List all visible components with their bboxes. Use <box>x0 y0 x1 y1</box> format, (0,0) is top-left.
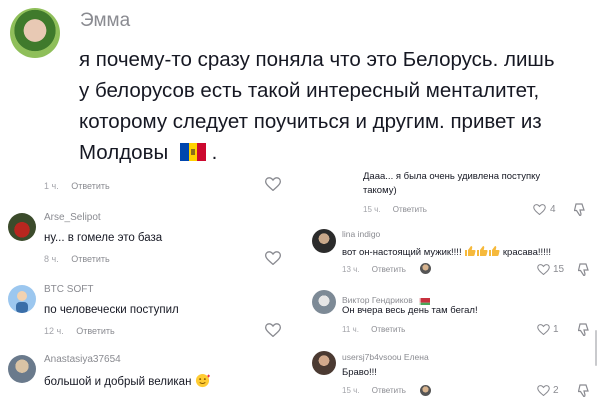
moldova-flag-icon <box>179 139 206 170</box>
avatar[interactable] <box>312 229 336 253</box>
comment-username[interactable]: Anastasiya37654 <box>44 354 121 365</box>
comment-meta: 1 ч. Ответить <box>44 181 110 191</box>
heart-icon[interactable] <box>533 204 546 215</box>
creator-avatar-icon <box>420 385 431 396</box>
comment-text: Он вчера весь день там бегал! <box>342 305 478 316</box>
comment-line: Молдовы . <box>79 137 555 170</box>
comment-text: вот он-настоящий мужик!!!! красава!!!!! <box>342 245 551 260</box>
thumbs-down-icon[interactable] <box>577 384 590 402</box>
reply-button[interactable]: Ответить <box>372 386 406 395</box>
creator-avatar-icon <box>420 263 431 274</box>
comment-time: 12 ч. <box>44 326 64 336</box>
reply-button[interactable]: Ответить <box>76 326 114 336</box>
avatar[interactable] <box>8 285 36 313</box>
comment-username[interactable]: Эмма <box>80 10 130 32</box>
comment-time: 1 ч. <box>44 181 59 191</box>
comment-text: Браво!!! <box>342 367 377 378</box>
comment-text: большой и добрый великан <box>44 373 210 391</box>
comment-meta: 15 ч. Ответить <box>342 386 406 395</box>
thumbs-down-icon[interactable] <box>577 323 590 341</box>
avatar[interactable] <box>8 355 36 383</box>
like-count: 1 <box>553 324 559 335</box>
comment-meta: 12 ч. Ответить <box>44 326 115 336</box>
heart-icon[interactable] <box>537 324 550 335</box>
comment-time: 15 ч. <box>342 386 360 395</box>
comment-line: Дааа... я была очень удивлена поступку <box>363 171 541 182</box>
comment-meta: 11 ч. Ответить <box>342 325 405 334</box>
comment-text: я почему-то сразу поняла что это Белорус… <box>79 44 555 170</box>
thumbs-down-icon[interactable] <box>577 263 590 281</box>
comment-time: 13 ч. <box>342 265 360 274</box>
heart-icon[interactable] <box>265 251 281 265</box>
comment-text: по человечески поступил <box>44 304 179 316</box>
avatar[interactable] <box>312 290 336 314</box>
heart-icon[interactable] <box>537 385 550 396</box>
comment-meta: 15 ч. Ответить <box>363 205 427 214</box>
comment-username[interactable]: Виктор Гендриков <box>342 295 413 305</box>
comment-username[interactable]: usersj7b4vsoou Елена <box>342 352 429 362</box>
comment-line: у белорусов есть такой интересный ментал… <box>79 79 540 102</box>
reply-button[interactable]: Ответить <box>393 205 427 214</box>
reply-button[interactable]: Ответить <box>71 181 109 191</box>
comment-time: 11 ч. <box>342 325 359 334</box>
comment-username[interactable]: Arse_Selipot <box>44 212 101 223</box>
comment-line: такому) <box>363 185 397 196</box>
comment-line: которому следует поучиться и другим. при… <box>79 110 542 133</box>
like-count: 15 <box>553 264 565 275</box>
like-count: 2 <box>553 385 559 396</box>
heart-icon[interactable] <box>265 323 281 337</box>
smiling-face-with-hearts-emoji <box>195 373 210 391</box>
person-icon <box>16 291 28 313</box>
thumbs-down-icon[interactable] <box>573 203 586 221</box>
like-count: 4 <box>550 204 556 215</box>
scrollbar[interactable] <box>595 330 597 366</box>
comment-meta: 13 ч. Ответить <box>342 265 406 274</box>
avatar[interactable] <box>10 8 60 58</box>
avatar[interactable] <box>8 213 36 241</box>
heart-icon[interactable] <box>265 177 281 191</box>
reply-button[interactable]: Ответить <box>371 325 405 334</box>
comment-time: 8 ч. <box>44 254 59 264</box>
comment-username[interactable]: lina indigo <box>342 229 380 239</box>
heart-icon[interactable] <box>537 264 550 275</box>
comment-time: 15 ч. <box>363 205 381 214</box>
reply-button[interactable]: Ответить <box>71 254 109 264</box>
comment-line: я почему-то сразу поняла что это Белорус… <box>79 48 555 71</box>
comment-username[interactable]: BTC SOFT <box>44 284 93 295</box>
comment-meta: 8 ч. Ответить <box>44 254 110 264</box>
avatar[interactable] <box>312 351 336 375</box>
comment-text: Дааа... я была очень удивлена поступку т… <box>363 170 540 198</box>
thumbs-up-emoji <box>464 245 500 260</box>
reply-button[interactable]: Ответить <box>372 265 406 274</box>
comment-text: ну... в гомеле это база <box>44 232 163 244</box>
